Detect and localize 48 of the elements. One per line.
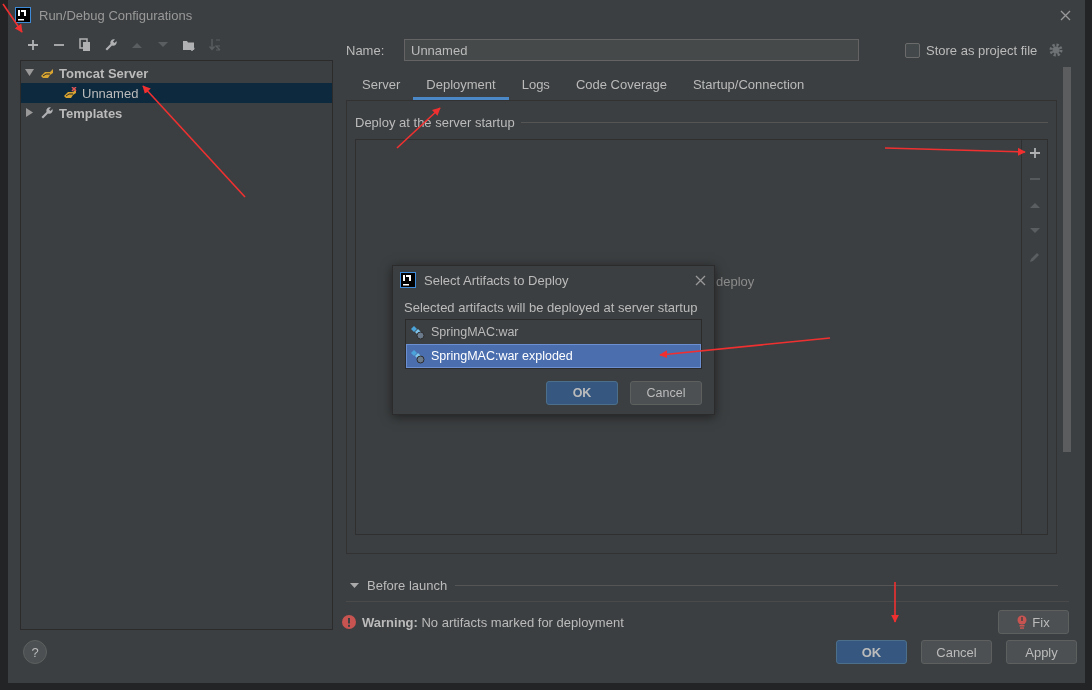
folder-icon[interactable]: [182, 38, 196, 52]
dialog-title: Select Artifacts to Deploy: [424, 272, 570, 288]
settings-icon[interactable]: [1049, 43, 1064, 57]
app-logo-icon: [400, 272, 416, 288]
app-logo-icon: [15, 7, 31, 23]
tab[interactable]: Deployment: [413, 72, 509, 100]
tab[interactable]: Server: [349, 72, 414, 100]
tab[interactable]: Logs: [508, 72, 563, 100]
tree-item[interactable]: Templates: [21, 103, 332, 123]
ok-button[interactable]: OK: [546, 381, 618, 405]
artifact-icon: [410, 324, 426, 340]
checkbox-label: Store as project file: [926, 42, 1038, 58]
artifact-item[interactable]: SpringMAC:war exploded: [406, 344, 701, 368]
tree-item[interactable]: Unnamed: [21, 83, 332, 103]
close-icon[interactable]: [695, 274, 706, 286]
artifact-item[interactable]: SpringMAC:war: [406, 320, 701, 344]
tab[interactable]: Code Coverage: [562, 72, 680, 100]
add-icon[interactable]: [26, 38, 40, 52]
fix-button[interactable]: Fix: [998, 610, 1069, 634]
checkbox[interactable]: [905, 42, 920, 58]
dialog-button[interactable]: Apply: [1006, 640, 1077, 664]
annotation-arrow: [891, 581, 899, 623]
expanded-arrow-icon[interactable]: [25, 67, 34, 77]
collapsed-arrow-icon[interactable]: [25, 107, 34, 117]
collapse-arrow-icon[interactable]: [350, 581, 359, 590]
name-label: Name:: [346, 42, 386, 58]
help-button[interactable]: ?: [23, 640, 47, 664]
error-icon: [342, 615, 356, 629]
scrollbar[interactable]: [1063, 67, 1071, 452]
bulb-icon: [1017, 615, 1028, 629]
ok-button[interactable]: OK: [836, 640, 907, 664]
wrench-icon: [40, 106, 54, 120]
artifact-icon: [410, 348, 426, 364]
section-title[interactable]: Before launch: [367, 578, 448, 593]
instruction-text: Selected artifacts will be deployed at server startup: [404, 300, 698, 316]
add-icon[interactable]: [1027, 146, 1042, 160]
window-title: Run/Debug Configurations: [39, 7, 194, 23]
wrench-icon[interactable]: [104, 38, 118, 52]
dialog-button[interactable]: Cancel: [921, 640, 992, 664]
annotation-arrow: [2, 3, 23, 33]
copy-icon[interactable]: [78, 38, 92, 52]
warning-text: Warning: No artifacts marked for deployment: [362, 614, 624, 630]
close-icon[interactable]: [1060, 9, 1071, 21]
tree-item[interactable]: Tomcat Server: [21, 63, 332, 83]
empty-list-text: deploy: [716, 274, 755, 289]
tab[interactable]: Startup/Connection: [679, 72, 818, 100]
cancel-button[interactable]: Cancel: [630, 381, 702, 405]
name-field[interactable]: Unnamed: [404, 39, 859, 61]
